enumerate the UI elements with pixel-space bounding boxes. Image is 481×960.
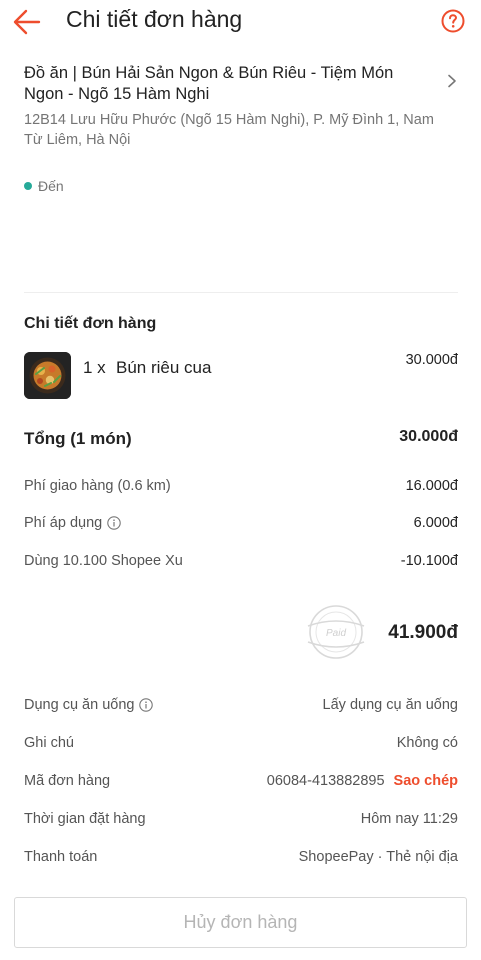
utensils-value: Lấy dụng cụ ăn uống bbox=[322, 697, 458, 713]
note-label: Ghi chú bbox=[24, 735, 74, 751]
item-quantity: 1 x bbox=[83, 358, 106, 377]
info-row-order-id: Mã đơn hàng 06084-413882895 Sao chép bbox=[24, 773, 458, 793]
fee-value: 6.000đ bbox=[413, 515, 458, 531]
subtotal-value: 30.000đ bbox=[399, 428, 458, 445]
info-row-note: Ghi chú Không có bbox=[24, 735, 458, 755]
info-row-order-time: Thời gian đặt hàng Hôm nay 11:29 bbox=[24, 811, 458, 831]
page-title: Chi tiết đơn hàng bbox=[66, 6, 243, 32]
copy-button[interactable]: Sao chép bbox=[394, 773, 458, 789]
grand-total: 41.900đ bbox=[388, 622, 458, 643]
info-icon[interactable] bbox=[107, 516, 121, 530]
order-id-label: Mã đơn hàng bbox=[24, 773, 111, 789]
info-icon[interactable] bbox=[139, 698, 154, 712]
back-arrow-icon[interactable] bbox=[12, 8, 42, 36]
item-price: 30.000đ bbox=[405, 352, 458, 368]
fee-value: 16.000đ bbox=[405, 478, 458, 494]
delivery-status: Đến bbox=[24, 178, 64, 194]
fee-label: Phí áp dụng bbox=[24, 515, 103, 531]
fee-label: Phí giao hàng (0.6 km) bbox=[24, 478, 171, 494]
payment-value: ShopeePay · Thẻ nội địa bbox=[298, 849, 458, 865]
dish-image-icon bbox=[24, 352, 71, 399]
fee-row-service: Phí áp dụng 6.000đ bbox=[24, 515, 458, 535]
info-row-payment: Thanh toán ShopeePay · Thẻ nội địa bbox=[24, 849, 458, 869]
utensils-label: Dụng cụ ăn uống bbox=[24, 697, 135, 713]
app-header: Chi tiết đơn hàng bbox=[0, 0, 481, 44]
help-icon[interactable] bbox=[441, 9, 465, 33]
payment-label: Thanh toán bbox=[24, 849, 98, 865]
order-time-value: Hôm nay 11:29 bbox=[360, 811, 458, 827]
utensils-label-wrap: Dụng cụ ăn uống bbox=[24, 697, 154, 713]
status-label: Đến bbox=[38, 178, 64, 194]
fee-row-delivery: Phí giao hàng (0.6 km) 16.000đ bbox=[24, 478, 458, 498]
status-dot-icon bbox=[24, 182, 32, 190]
item-thumbnail bbox=[24, 352, 71, 399]
order-details-title: Chi tiết đơn hàng bbox=[24, 315, 157, 332]
item-name: Bún riêu cua bbox=[116, 358, 212, 377]
restaurant-address: 12B14 Lưu Hữu Phước (Ngõ 15 Hàm Nghi), P… bbox=[24, 112, 434, 148]
order-id-value: 06084-413882895 bbox=[266, 773, 385, 789]
chevron-right-icon[interactable] bbox=[445, 74, 459, 88]
restaurant-name[interactable]: Đồ ăn | Bún Hải Sản Ngon & Bún Riêu - Ti… bbox=[24, 63, 434, 105]
fee-row-coins: Dùng 10.100 Shopee Xu -10.100đ bbox=[24, 553, 458, 573]
fee-label: Dùng 10.100 Shopee Xu bbox=[24, 553, 183, 569]
fee-label-wrap: Phí áp dụng bbox=[24, 515, 121, 531]
note-value: Không có bbox=[396, 735, 458, 751]
cancel-order-button[interactable]: Hủy đơn hàng bbox=[14, 897, 467, 948]
paid-stamp-icon: Paid bbox=[307, 605, 365, 659]
subtotal-label: Tổng (1 món) bbox=[24, 429, 132, 448]
paid-stamp-text: Paid bbox=[326, 628, 346, 639]
info-row-utensils: Dụng cụ ăn uống Lấy dụng cụ ăn uống bbox=[24, 697, 458, 717]
fee-value: -10.100đ bbox=[400, 553, 458, 569]
order-id-value-wrap: 06084-413882895 Sao chép bbox=[267, 773, 458, 789]
section-divider bbox=[24, 292, 458, 293]
order-time-label: Thời gian đặt hàng bbox=[24, 811, 146, 827]
